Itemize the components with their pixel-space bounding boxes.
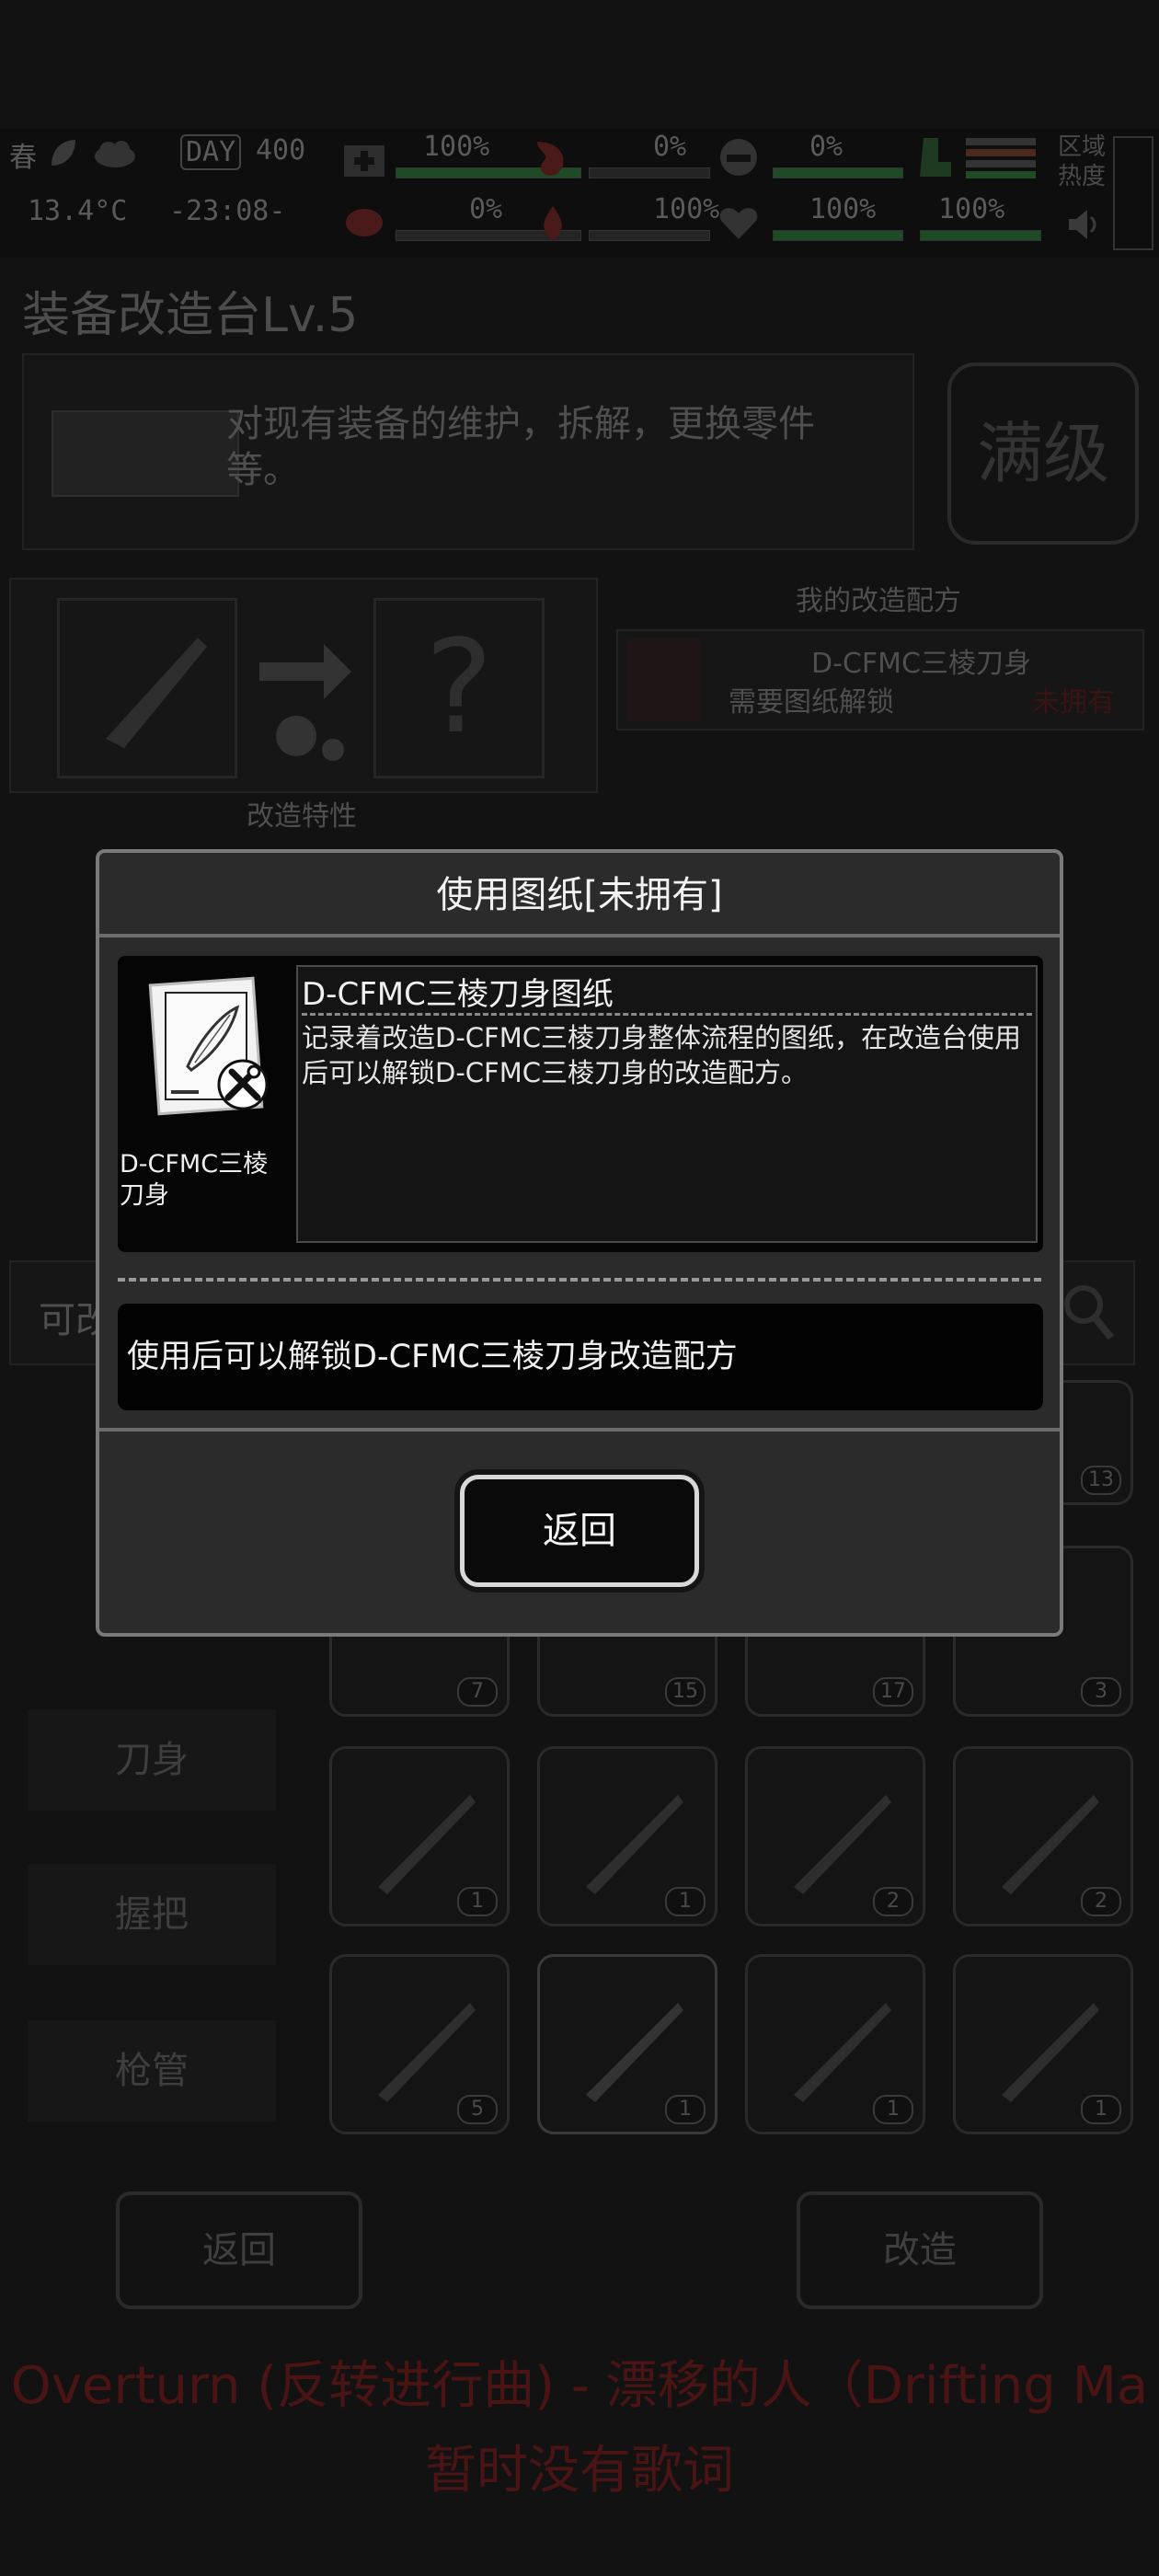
zone-label: 区域 bbox=[1058, 133, 1107, 161]
dialog-title: 使用图纸[未拥有] bbox=[99, 853, 1060, 937]
heart-icon bbox=[719, 208, 758, 239]
category-grip[interactable]: 握把 bbox=[28, 1864, 276, 1965]
inventory-slot[interactable]: 2 bbox=[953, 1746, 1133, 1926]
description-title: D-CFMC三棱刀身图纸 bbox=[302, 976, 614, 1013]
blade-icon bbox=[378, 1795, 476, 1894]
unlock-info-box: 使用后可以解锁D-CFMC三棱刀身改造配方 bbox=[118, 1304, 1043, 1410]
inventory-slot[interactable]: 1 bbox=[329, 1746, 510, 1926]
lyric-song-title: Overturn (反转进行曲) - 漂移的人（Drifting Ma bbox=[10, 2356, 1149, 2416]
background-back-button[interactable]: 返回 bbox=[116, 2191, 362, 2309]
helmet-icon bbox=[720, 139, 757, 176]
dashed-divider bbox=[118, 1278, 1041, 1282]
source-slot[interactable] bbox=[57, 598, 237, 778]
inventory-slot-selected[interactable]: 1 bbox=[537, 1954, 717, 2134]
back-button[interactable]: 返回 bbox=[460, 1475, 699, 1587]
stat-sanity: 0% bbox=[469, 193, 503, 225]
blade-icon bbox=[1002, 1795, 1099, 1894]
inventory-slot[interactable]: 5 bbox=[329, 1954, 510, 2134]
blade-icon bbox=[586, 1795, 683, 1894]
description-divider bbox=[302, 1013, 1032, 1016]
inventory-slot[interactable]: 1 bbox=[745, 1954, 925, 2134]
inventory-slot[interactable]: 1 bbox=[953, 1954, 1133, 2134]
modify-slots-panel: ? bbox=[9, 578, 598, 793]
modify-button[interactable]: 改造 bbox=[797, 2191, 1043, 2309]
stomach-icon bbox=[537, 142, 564, 176]
inventory-slot[interactable]: 2 bbox=[745, 1746, 925, 1926]
category-blade[interactable]: 刀身 bbox=[28, 1709, 276, 1811]
description-body: 记录着改造D-CFMC三棱刀身整体流程的图纸，在改造台使用后可以解锁D-CFMC… bbox=[302, 1022, 1021, 1088]
stat-armor-top: 0% bbox=[809, 131, 843, 163]
heat-gauge bbox=[1113, 136, 1153, 250]
wrench-hammer-icon bbox=[217, 1059, 269, 1110]
recipe-blade-icon bbox=[627, 638, 701, 721]
arrow-right-icon bbox=[259, 644, 351, 761]
stamina-meter bbox=[966, 138, 1036, 180]
stamina-bar bbox=[920, 230, 1041, 241]
recipe-name: D-CFMC三棱刀身 bbox=[811, 648, 1031, 680]
clock-value: -23:08- bbox=[169, 195, 286, 227]
day-label: DAY bbox=[180, 134, 242, 170]
season-label: 春 bbox=[9, 142, 37, 174]
blade-icon bbox=[586, 2003, 683, 2102]
description-box: D-CFMC三棱刀身图纸 记录着改造D-CFMC三棱刀身整体流程的图纸，在改造台… bbox=[296, 965, 1038, 1243]
blade-icon bbox=[794, 2003, 891, 2102]
stat-health-top: 100% bbox=[423, 131, 490, 163]
inventory-slot[interactable]: 1 bbox=[537, 1746, 717, 1926]
cloud-icon bbox=[95, 141, 135, 167]
dialog-footer-divider bbox=[99, 1428, 1060, 1432]
category-barrel[interactable]: 枪管 bbox=[28, 2020, 276, 2122]
status-hud: 春 DAY 400 13.4°C -23:08- 100% 0% 0% 区域 热… bbox=[0, 129, 1159, 258]
stat-hunger-top: 0% bbox=[653, 131, 687, 163]
max-level-badge: 满级 bbox=[947, 362, 1139, 545]
lyric-status: 暂时没有歌词 bbox=[425, 2441, 734, 2501]
hunger-bar bbox=[589, 167, 710, 178]
brain-icon bbox=[346, 209, 383, 236]
recipe-requirement: 需要图纸解锁 bbox=[729, 686, 894, 719]
station-description: 对现有装备的维护，拆解，更换零件等。 bbox=[226, 403, 815, 491]
temperature-value: 13.4°C bbox=[28, 195, 128, 227]
speaker-icon[interactable] bbox=[1065, 206, 1102, 243]
unlock-text: 使用后可以解锁D-CFMC三棱刀身改造配方 bbox=[127, 1339, 738, 1375]
blood-drop-icon bbox=[544, 206, 562, 241]
day-value: 400 bbox=[256, 134, 306, 167]
recipe-status: 未拥有 bbox=[1032, 686, 1115, 719]
search-icon[interactable] bbox=[1060, 1281, 1115, 1345]
leaf-icon bbox=[52, 140, 75, 166]
my-recipes-header: 我的改造配方 bbox=[796, 585, 961, 617]
item-info-box: D-CFMC三棱刀身 D-CFMC三棱刀身图纸 记录着改造D-CFMC三棱刀身整… bbox=[118, 956, 1043, 1252]
heat-label: 热度 bbox=[1058, 163, 1107, 190]
question-icon: ? bbox=[373, 598, 545, 778]
armor-bar bbox=[773, 167, 903, 178]
boot-icon bbox=[920, 138, 951, 177]
stat-heart: 100% bbox=[809, 193, 877, 225]
blade-icon bbox=[378, 2003, 476, 2102]
bleed-bar bbox=[589, 230, 710, 241]
workbench-image bbox=[52, 410, 239, 497]
medkit-icon bbox=[344, 145, 384, 177]
stat-bleed: 100% bbox=[653, 193, 720, 225]
heart-bar bbox=[773, 230, 903, 241]
recipe-item[interactable]: D-CFMC三棱刀身 需要图纸解锁 未拥有 bbox=[616, 629, 1144, 730]
use-blueprint-dialog: 使用图纸[未拥有] D-CFMC三棱刀身 D-CFMC三棱刀身图纸 记录着改造D… bbox=[96, 849, 1063, 1637]
blueprint-icon bbox=[145, 974, 278, 1158]
blade-icon bbox=[1002, 2003, 1099, 2102]
mod-traits-label: 改造特性 bbox=[247, 800, 357, 833]
page-title: 装备改造台Lv.5 bbox=[22, 288, 359, 343]
blade-icon bbox=[794, 1795, 891, 1894]
item-name: D-CFMC三棱刀身 bbox=[120, 1150, 269, 1210]
blade-icon bbox=[106, 638, 207, 748]
station-description-panel: 对现有装备的维护，拆解，更换零件等。 bbox=[22, 353, 914, 550]
stat-stamina: 100% bbox=[938, 193, 1005, 225]
